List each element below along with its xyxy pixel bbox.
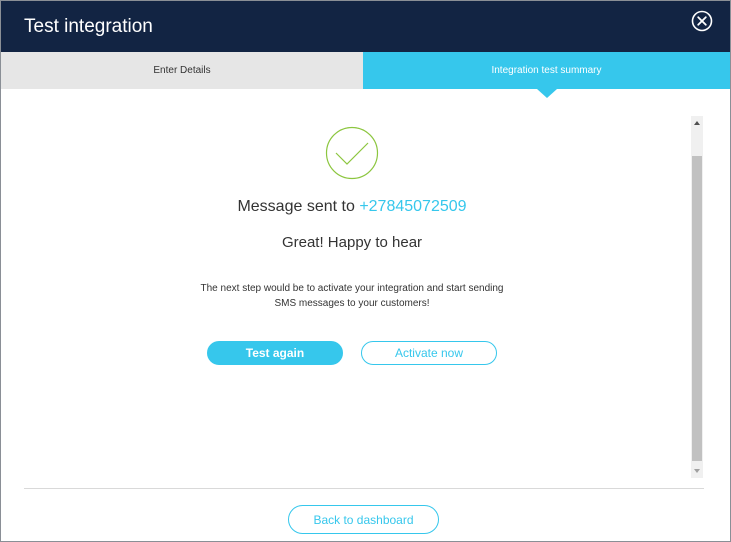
description-line: SMS messages to your customers! [274, 298, 430, 309]
back-to-dashboard-button[interactable]: Back to dashboard [288, 505, 439, 534]
tab-label: Enter Details [153, 65, 211, 76]
message-sent-text: Message sent to +27845072509 [1, 198, 703, 216]
success-indicator [325, 126, 379, 180]
message-sent-label: Message sent to [237, 198, 355, 215]
activate-now-button[interactable]: Activate now [361, 341, 497, 365]
scroll-down-button[interactable] [691, 464, 703, 478]
check-circle-icon [325, 126, 379, 180]
triangle-down-icon [694, 469, 700, 473]
triangle-up-icon [694, 121, 700, 125]
footer-divider [24, 488, 704, 489]
success-headline: Great! Happy to hear [281, 234, 423, 251]
scroll-up-button[interactable] [691, 116, 703, 130]
close-button[interactable] [691, 10, 713, 32]
scroll-thumb[interactable] [692, 156, 702, 461]
tab-enter-details[interactable]: Enter Details [1, 52, 363, 89]
next-step-description: The next step would be to activate your … [177, 281, 527, 311]
summary-content: Message sent to +27845072509 Great! Happ… [1, 90, 730, 480]
tab-integration-test-summary[interactable]: Integration test summary [363, 52, 730, 98]
dialog-header: Test integration [1, 1, 730, 52]
close-circle-icon [691, 10, 713, 32]
dialog-title: Test integration [24, 15, 153, 37]
wizard-tabs: Enter Details Integration test summary [1, 52, 730, 98]
test-integration-dialog: Test integration Enter Details Integrati… [0, 0, 731, 542]
recipient-phone: +27845072509 [359, 198, 467, 215]
content-scrollbar[interactable] [691, 116, 703, 478]
tab-label: Integration test summary [491, 65, 602, 76]
test-again-button[interactable]: Test again [207, 341, 343, 365]
description-line: The next step would be to activate your … [200, 283, 504, 294]
